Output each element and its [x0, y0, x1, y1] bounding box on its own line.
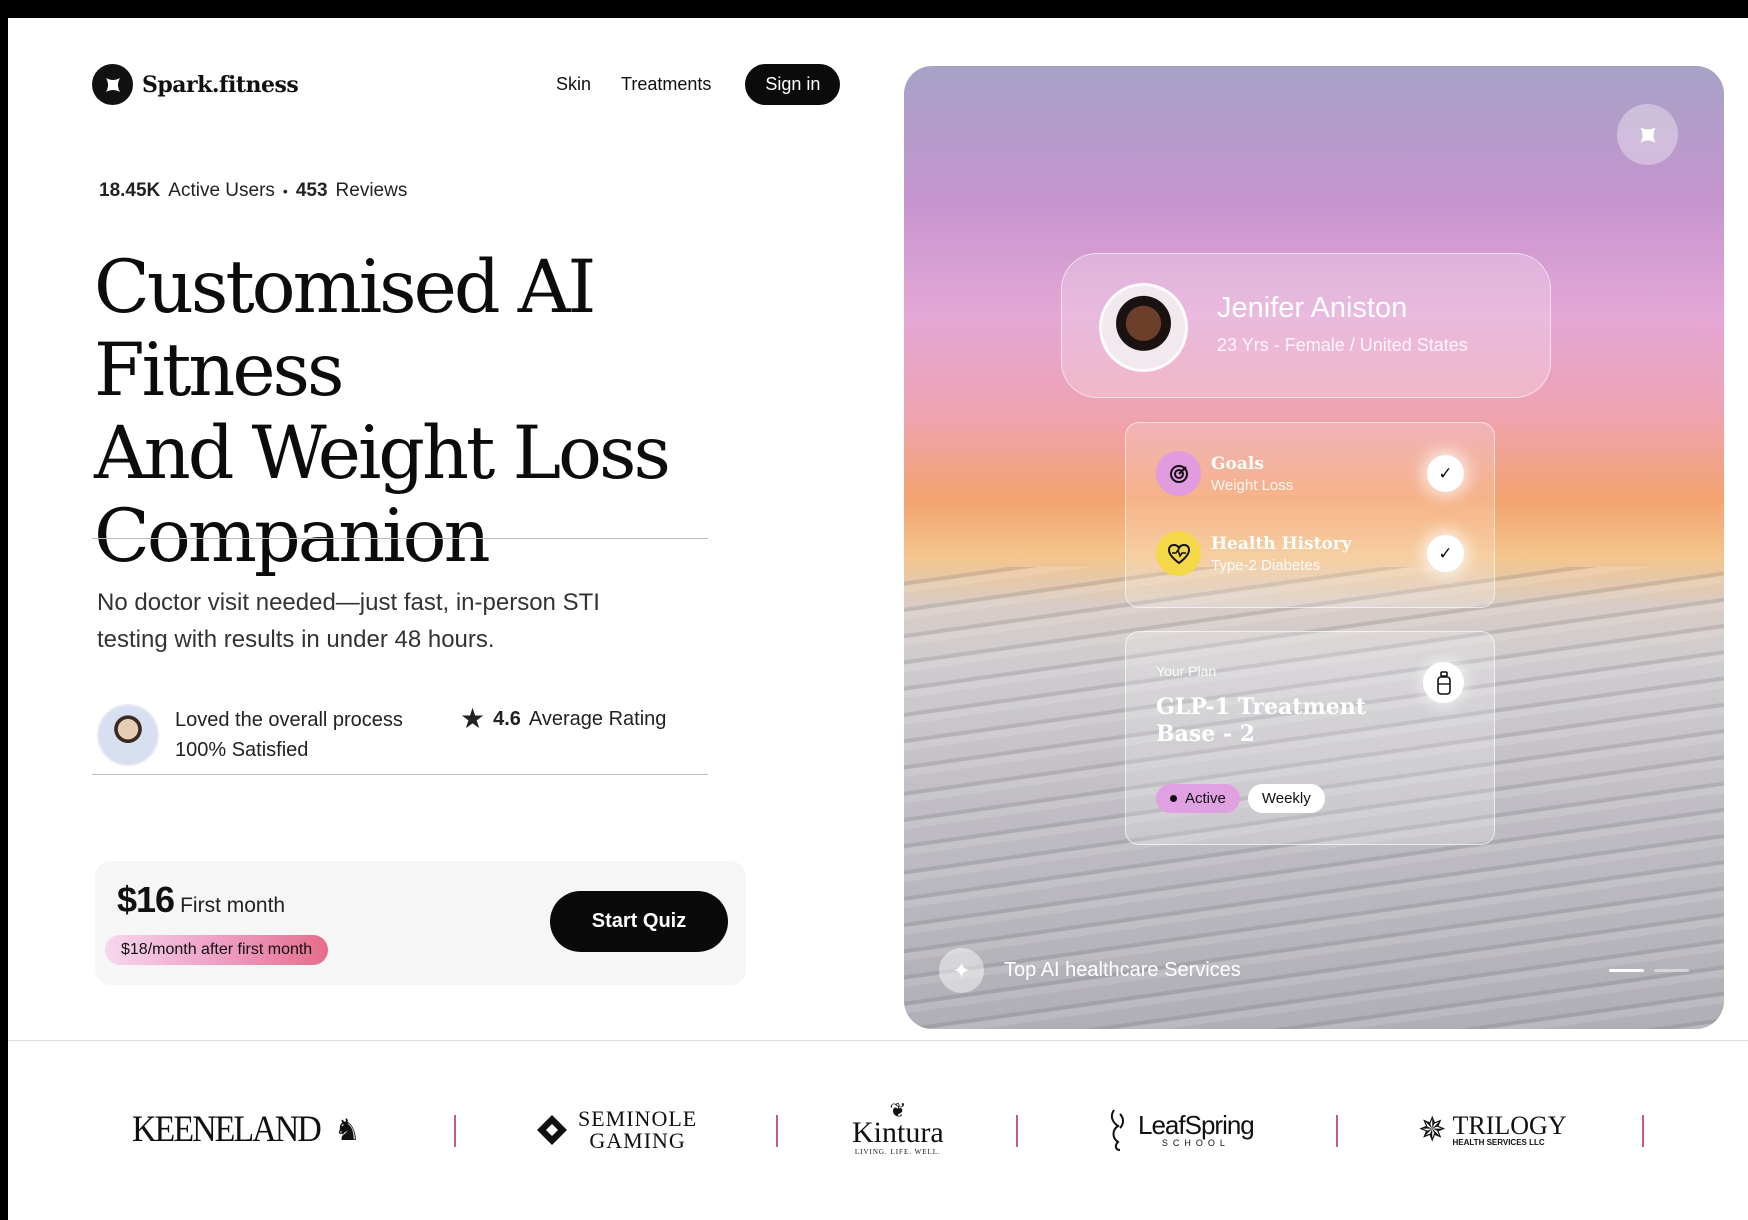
reviewer-avatar [97, 704, 159, 766]
target-icon [1156, 451, 1201, 496]
price: $16 First month [117, 879, 285, 921]
logo-separator [776, 1115, 778, 1147]
profile-avatar [1099, 283, 1188, 372]
price-amount: $16 [117, 879, 175, 920]
logo-separator [1642, 1115, 1644, 1147]
average-rating: ★ 4.6 Average Rating [460, 705, 666, 733]
health-history-title: Health History [1211, 533, 1352, 554]
carousel-pager [1609, 969, 1689, 972]
stats-separator: • [282, 183, 288, 199]
sign-in-button[interactable]: Sign in [745, 64, 841, 105]
rating-value: 4.6 [493, 707, 521, 730]
keeneland-wordmark: KEENELAND [132, 1109, 322, 1150]
checklist-card: Goals Weight Loss ✓ Health History Type-… [1125, 422, 1495, 608]
review-satisfaction: 100% Satisfied [175, 739, 309, 761]
active-users-label: Active Users [168, 180, 275, 201]
star-icon: ★ [460, 703, 486, 734]
price-after-badge: $18/month after first month [105, 935, 329, 965]
stats-bar: 18.45K Active Users • 453 Reviews [99, 180, 407, 202]
brand-logo[interactable]: Spark.fitness [92, 64, 299, 105]
section-divider [8, 1040, 1748, 1041]
hero-footer: ✦ Top AI healthcare Services [939, 948, 1241, 993]
review-text: Loved the overall process 100% Satisfied [175, 705, 403, 765]
kintura-wordmark: Kintura [852, 1116, 944, 1149]
main-nav: Skin Treatments Sign in [556, 64, 841, 105]
carousel-indicator-2[interactable] [1654, 969, 1689, 972]
horse-rider-icon: ♞ [333, 1113, 361, 1147]
divider-bottom [92, 774, 708, 775]
goals-row[interactable]: Goals Weight Loss [1156, 451, 1293, 496]
rating-label: Average Rating [528, 707, 667, 730]
profile-card[interactable]: Jenifer Aniston 23 Yrs - Female / United… [1061, 253, 1551, 398]
leafspring-logo: LeafSpring SCHOOL [1108, 1090, 1255, 1170]
sparkle-badge-icon[interactable] [1617, 104, 1678, 165]
goals-title: Goals [1211, 453, 1264, 474]
diamond-icon [537, 1115, 567, 1145]
logo-separator [1016, 1115, 1018, 1147]
kintura-tagline: LIVING. LIFE. WELL. [854, 1148, 941, 1156]
logo-separator [1336, 1115, 1338, 1147]
leafspring-wordmark: LeafSpring [1138, 1110, 1255, 1140]
page: Spark.fitness Skin Treatments Sign in 18… [8, 18, 1748, 1220]
seminole-wordmark: SEMINOLE GAMING [578, 1108, 697, 1152]
bottle-icon [1423, 662, 1464, 703]
goals-value: Weight Loss [1211, 476, 1294, 494]
plan-title: GLP-1 Treatment Base - 2 [1156, 694, 1366, 747]
health-history-value: Type-2 Diabetes [1211, 556, 1321, 574]
page-title: Customised AI Fitness And Weight Loss Co… [94, 246, 854, 578]
nav-skin[interactable]: Skin [556, 74, 591, 95]
plan-card[interactable]: Your Plan GLP-1 Treatment Base - 2 Activ… [1125, 631, 1495, 845]
plan-chips: Active Weekly [1156, 784, 1325, 813]
reviews-label: Reviews [335, 180, 408, 201]
divider-top [92, 538, 708, 539]
nav-treatments[interactable]: Treatments [621, 74, 711, 95]
goals-check-icon: ✓ [1427, 455, 1464, 492]
sparkle-logo-icon [92, 64, 133, 105]
reviews-count: 453 [295, 180, 328, 201]
status-badge[interactable]: Active [1156, 784, 1240, 813]
leaf-icon [1110, 1109, 1124, 1151]
sparkles-icon: ✦ [939, 948, 984, 993]
customer-review: Loved the overall process 100% Satisfied [97, 704, 403, 766]
review-quote: Loved the overall process [175, 709, 403, 731]
hero-footer-text: Top AI healthcare Services [1004, 959, 1241, 981]
seminole-gaming-logo: SEMINOLE GAMING [536, 1090, 697, 1170]
profile-details: 23 Yrs - Female / United States [1217, 335, 1468, 355]
start-quiz-button[interactable]: Start Quiz [550, 891, 728, 952]
plan-label: Your Plan [1156, 663, 1217, 679]
headline-line-1: Customised AI Fitness [94, 245, 596, 413]
health-history-row[interactable]: Health History Type-2 Diabetes [1156, 531, 1352, 576]
profile-name: Jenifer Aniston [1217, 292, 1408, 324]
pricing-card: $16 First month $18/month after first mo… [95, 861, 746, 985]
keeneland-logo: KEENELAND ♞ [132, 1090, 361, 1170]
health-history-check-icon: ✓ [1427, 535, 1464, 572]
price-period: First month [180, 894, 286, 917]
active-users-count: 18.45K [99, 180, 161, 201]
logo-separator [454, 1115, 456, 1147]
leafspring-text: LeafSpring SCHOOL [1138, 1110, 1255, 1148]
star-burst-icon: ✵ [1418, 1111, 1447, 1149]
heart-pulse-icon [1156, 531, 1201, 576]
carousel-indicator-1[interactable] [1609, 969, 1644, 972]
seminole-line-2: GAMING [589, 1128, 686, 1153]
frequency-badge[interactable]: Weekly [1247, 784, 1325, 813]
status-dot [1170, 795, 1177, 802]
headline-line-3: Companion [94, 494, 491, 579]
trilogy-logo: ✵ TRILOGY HEALTH SERVICES LLC [1418, 1090, 1567, 1170]
health-history-text: Health History Type-2 Diabetes [1211, 534, 1352, 574]
status-label: Active [1185, 790, 1226, 807]
hero-card: Jenifer Aniston 23 Yrs - Female / United… [904, 66, 1724, 1029]
hero-description: No doctor visit needed—just fast, in-per… [97, 589, 600, 653]
kintura-logo: ❦ Kintura LIVING. LIFE. WELL. [852, 1090, 944, 1170]
goals-text: Goals Weight Loss [1211, 454, 1293, 494]
brand-name: Spark.fitness [142, 71, 299, 98]
seminole-line-1: SEMINOLE [578, 1106, 698, 1131]
headline-line-2: And Weight Loss [94, 411, 671, 496]
trilogy-wordmark: TRILOGY [1452, 1110, 1567, 1140]
trilogy-text: TRILOGY HEALTH SERVICES LLC [1452, 1110, 1567, 1147]
